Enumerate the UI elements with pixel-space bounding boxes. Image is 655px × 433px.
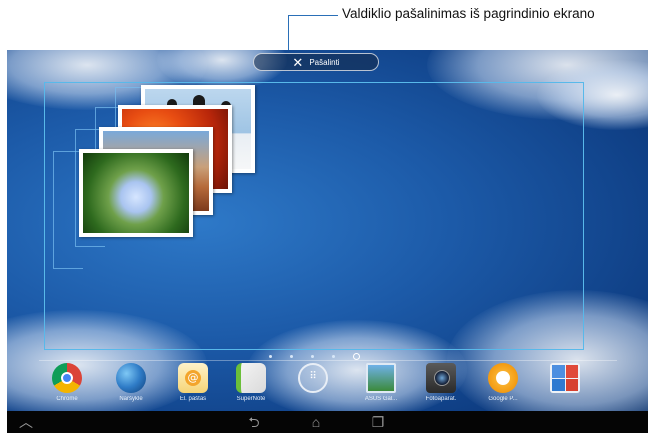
dock-browser[interactable]: Naršyklė bbox=[103, 363, 159, 402]
google-apps-icon bbox=[550, 363, 580, 393]
page-dot[interactable] bbox=[311, 355, 314, 358]
dock-label: Naršyklė bbox=[119, 396, 143, 402]
app-drawer-icon: ⠿ bbox=[298, 363, 328, 393]
page-dot[interactable] bbox=[332, 355, 335, 358]
dock-email[interactable]: @ El. paštas bbox=[165, 363, 221, 402]
dock-label: SuperNote bbox=[236, 396, 266, 402]
up-chevron-icon[interactable]: ︿ bbox=[15, 411, 37, 433]
photo-hydrangea[interactable] bbox=[79, 149, 193, 237]
camera-icon bbox=[426, 363, 456, 393]
close-icon: ✕ bbox=[292, 54, 304, 70]
dock-label: ASUS Gal... bbox=[364, 396, 398, 402]
chrome-icon bbox=[52, 363, 82, 393]
dock-label: Fotoaparat. bbox=[425, 396, 457, 402]
page-dot-active[interactable] bbox=[353, 353, 360, 360]
globe-icon bbox=[116, 363, 146, 393]
dock-gallery[interactable]: ASUS Gal... bbox=[353, 363, 409, 402]
dock-label: El. paštas bbox=[179, 396, 207, 402]
dock-music[interactable]: Google P... bbox=[475, 363, 531, 402]
dock-google-apps[interactable] bbox=[537, 363, 593, 396]
notebook-icon bbox=[236, 363, 266, 393]
mail-icon: @ bbox=[178, 363, 208, 393]
home-icon[interactable]: ⌂ bbox=[305, 411, 327, 433]
remove-widget-bar[interactable]: ✕ Pašalinti bbox=[253, 53, 379, 71]
tablet-home-screen: ✕ Pašalinti Chrome Naršyklė @ El. paštas… bbox=[7, 50, 648, 433]
remove-label: Pašalinti bbox=[309, 57, 340, 67]
dock-chrome[interactable]: Chrome bbox=[39, 363, 95, 402]
page-dot[interactable] bbox=[290, 355, 293, 358]
recent-apps-icon[interactable]: ❐ bbox=[367, 411, 389, 433]
gallery-icon bbox=[366, 363, 396, 393]
callout-label: Valdiklio pašalinimas iš pagrindinio ekr… bbox=[342, 6, 595, 21]
page-indicator bbox=[269, 353, 360, 360]
navigation-bar: ︿ ⮌ ⌂ ❐ bbox=[7, 411, 648, 433]
dock-notes[interactable]: SuperNote bbox=[223, 363, 279, 402]
dock-divider bbox=[39, 360, 617, 361]
dock-label: Google P... bbox=[488, 396, 518, 402]
dock-label: Chrome bbox=[56, 396, 78, 402]
callout-line-horizontal bbox=[288, 15, 338, 16]
dock-camera[interactable]: Fotoaparat. bbox=[413, 363, 469, 402]
widget-drop-area bbox=[44, 82, 584, 350]
back-icon[interactable]: ⮌ bbox=[243, 411, 265, 433]
headphones-icon bbox=[488, 363, 518, 393]
page-dot[interactable] bbox=[269, 355, 272, 358]
dock-app-drawer[interactable]: ⠿ bbox=[285, 363, 341, 396]
